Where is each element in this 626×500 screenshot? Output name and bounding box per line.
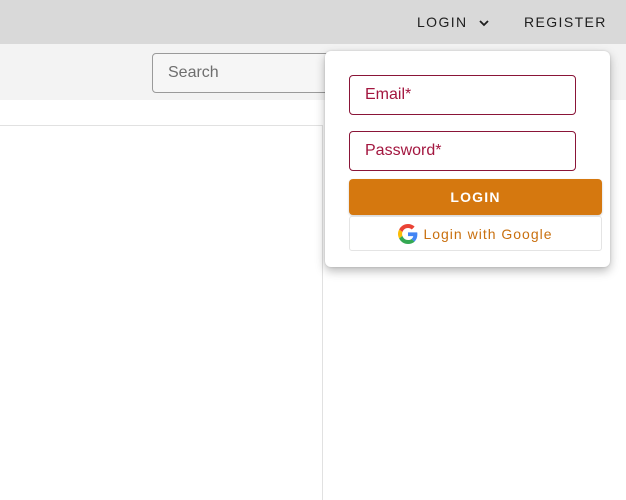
login-with-google-button[interactable]: Login with Google [349, 216, 602, 251]
login-menu-label: LOGIN [417, 14, 468, 30]
login-menu-button[interactable]: LOGIN [417, 0, 490, 44]
content-divider [0, 125, 322, 126]
column-divider [322, 125, 323, 500]
login-submit-button[interactable]: LOGIN [349, 179, 602, 215]
google-icon [398, 223, 418, 244]
google-login-label: Login with Google [423, 225, 553, 242]
password-field[interactable] [349, 131, 576, 171]
register-button[interactable]: REGISTER [524, 0, 607, 44]
email-field[interactable] [349, 75, 576, 115]
login-popover: LOGIN Login with Google [325, 51, 610, 267]
chevron-down-icon [478, 16, 490, 28]
register-label: REGISTER [524, 14, 607, 30]
top-nav-bar: LOGIN REGISTER [0, 0, 626, 44]
